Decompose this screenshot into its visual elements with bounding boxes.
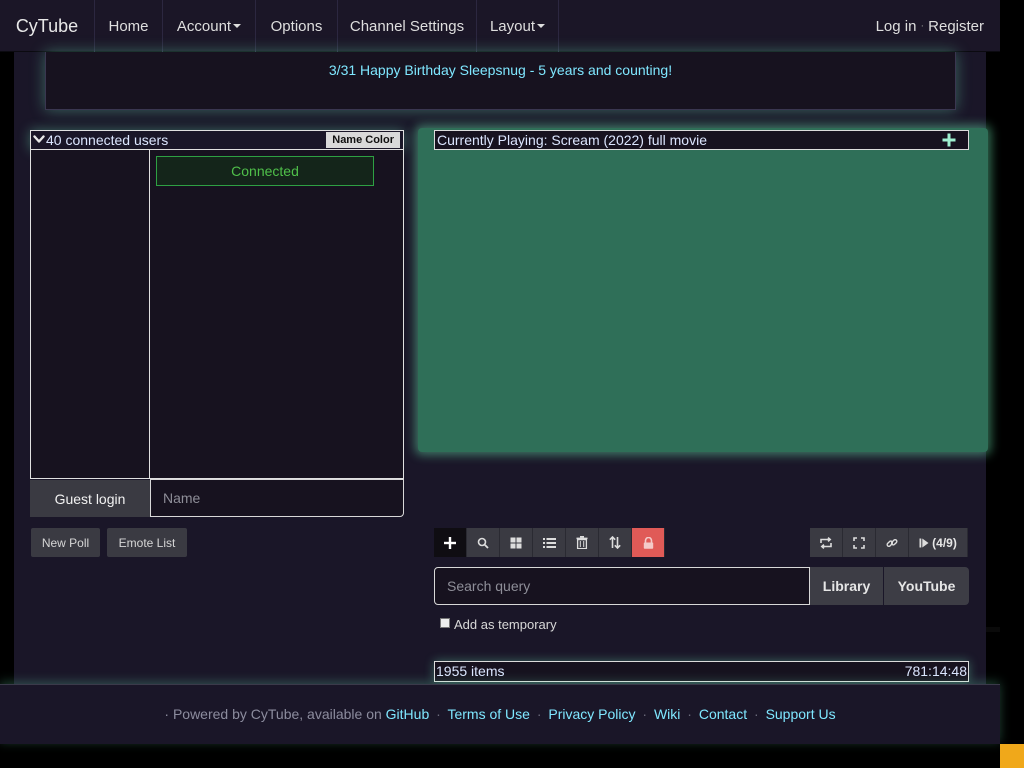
footer-link-contact[interactable]: Contact: [699, 706, 747, 722]
add-temporary-checkbox[interactable]: [440, 618, 450, 628]
clear-playlist-button[interactable]: [566, 528, 599, 557]
name-color-button[interactable]: Name Color: [326, 132, 400, 148]
navbar: CyTube Home Account Options Channel Sett…: [0, 0, 1000, 52]
list-view-button[interactable]: [533, 528, 566, 557]
chat-messages[interactable]: [150, 150, 404, 479]
playlist-lock-button[interactable]: [632, 528, 665, 557]
footer-separator: ·: [436, 706, 441, 722]
register-link[interactable]: Register: [928, 18, 984, 35]
repeat-icon: [820, 536, 832, 549]
nav-account-dropdown[interactable]: Account: [163, 0, 256, 52]
connection-status: Connected: [156, 156, 374, 186]
user-list[interactable]: [30, 150, 150, 479]
caret-down-icon: [233, 24, 242, 28]
grid-icon: [510, 537, 522, 548]
nav-layout-dropdown[interactable]: Layout: [477, 0, 559, 52]
trash-icon: [576, 536, 588, 549]
grid-view-button[interactable]: [500, 528, 533, 557]
nav-channel-settings[interactable]: Channel Settings: [338, 0, 477, 52]
playlist-total-time: 781:14:48: [904, 663, 967, 679]
chat-header: 40 connected users Name Color: [30, 130, 404, 150]
sort-icon: [609, 536, 621, 549]
plus-icon[interactable]: [942, 133, 956, 147]
search-library-button[interactable]: [467, 528, 500, 557]
nav-channel-settings-label: Channel Settings: [349, 17, 465, 35]
add-icon: [444, 536, 456, 549]
footer-link-terms[interactable]: Terms of Use: [447, 706, 529, 722]
copy-link-button[interactable]: [876, 528, 909, 557]
shuffle-sort-button[interactable]: [599, 528, 632, 557]
login-link[interactable]: Log in: [876, 18, 917, 35]
new-poll-button[interactable]: New Poll: [31, 528, 100, 557]
footer-line: · Powered by CyTube, available on GitHub…: [0, 706, 1000, 722]
footer-separator: ·: [536, 706, 542, 722]
footer-separator: ·: [687, 706, 692, 722]
guest-login-button[interactable]: Guest login: [30, 480, 150, 517]
user-count[interactable]: 40 connected users: [46, 132, 168, 148]
auth-links: Log in · Register: [876, 0, 984, 52]
playlist-meta-bar: 1955 items 781:14:48: [434, 661, 969, 682]
nav-options-label: Options: [270, 17, 323, 35]
nav-layout-label: Layout: [489, 17, 536, 35]
fullscreen-icon: [853, 536, 865, 549]
add-media-button[interactable]: [434, 528, 467, 557]
auth-separator: ·: [920, 20, 925, 32]
divider: [986, 627, 1000, 632]
footer-link-github[interactable]: GitHub: [386, 706, 430, 722]
search-icon: [477, 537, 489, 549]
youtube-search-button[interactable]: YouTube: [884, 567, 969, 605]
video-player[interactable]: [418, 128, 988, 452]
add-temporary-option[interactable]: Add as temporary: [440, 612, 640, 632]
footer-link-privacy[interactable]: Privacy Policy: [548, 706, 635, 722]
footer-credit: · Powered by CyTube, available on: [164, 706, 382, 722]
nav-home-label: Home: [108, 17, 149, 35]
search-query-input[interactable]: [434, 567, 810, 605]
add-temporary-label: Add as temporary: [454, 617, 557, 632]
emote-list-button[interactable]: Emote List: [107, 528, 187, 557]
now-playing-bar: Currently Playing: Scream (2022) full mo…: [434, 130, 969, 150]
skip-icon: [919, 538, 929, 547]
lock-icon: [643, 536, 653, 549]
nav-home[interactable]: Home: [95, 0, 163, 52]
repeat-button[interactable]: [810, 528, 843, 557]
now-playing-title: Currently Playing: Scream (2022) full mo…: [437, 132, 707, 148]
brand-logo[interactable]: CyTube: [0, 0, 95, 52]
guest-name-input[interactable]: [150, 479, 404, 517]
playlist-item-count: 1955 items: [436, 663, 505, 679]
footer-link-support[interactable]: Support Us: [766, 706, 836, 722]
footer-separator: ·: [642, 706, 648, 722]
footer: · Powered by CyTube, available on GitHub…: [0, 684, 1000, 744]
link-icon: [886, 538, 898, 547]
skip-count: (4/9): [932, 535, 957, 550]
vote-skip-button[interactable]: (4/9): [909, 528, 968, 557]
list-icon: [542, 537, 556, 548]
chevron-down-icon[interactable]: [33, 133, 45, 145]
footer-link-wiki[interactable]: Wiki: [654, 706, 680, 722]
caret-down-icon: [537, 24, 546, 28]
motd-banner: 3/31 Happy Birthday Sleepsnug - 5 years …: [45, 52, 956, 110]
footer-separator: ·: [754, 706, 759, 722]
fullscreen-button[interactable]: [843, 528, 876, 557]
corner-widget[interactable]: [1000, 744, 1024, 768]
motd-text: 3/31 Happy Birthday Sleepsnug - 5 years …: [328, 62, 673, 78]
library-search-button[interactable]: Library: [810, 567, 883, 605]
nav-account-label: Account: [176, 17, 232, 35]
nav-options[interactable]: Options: [256, 0, 338, 52]
